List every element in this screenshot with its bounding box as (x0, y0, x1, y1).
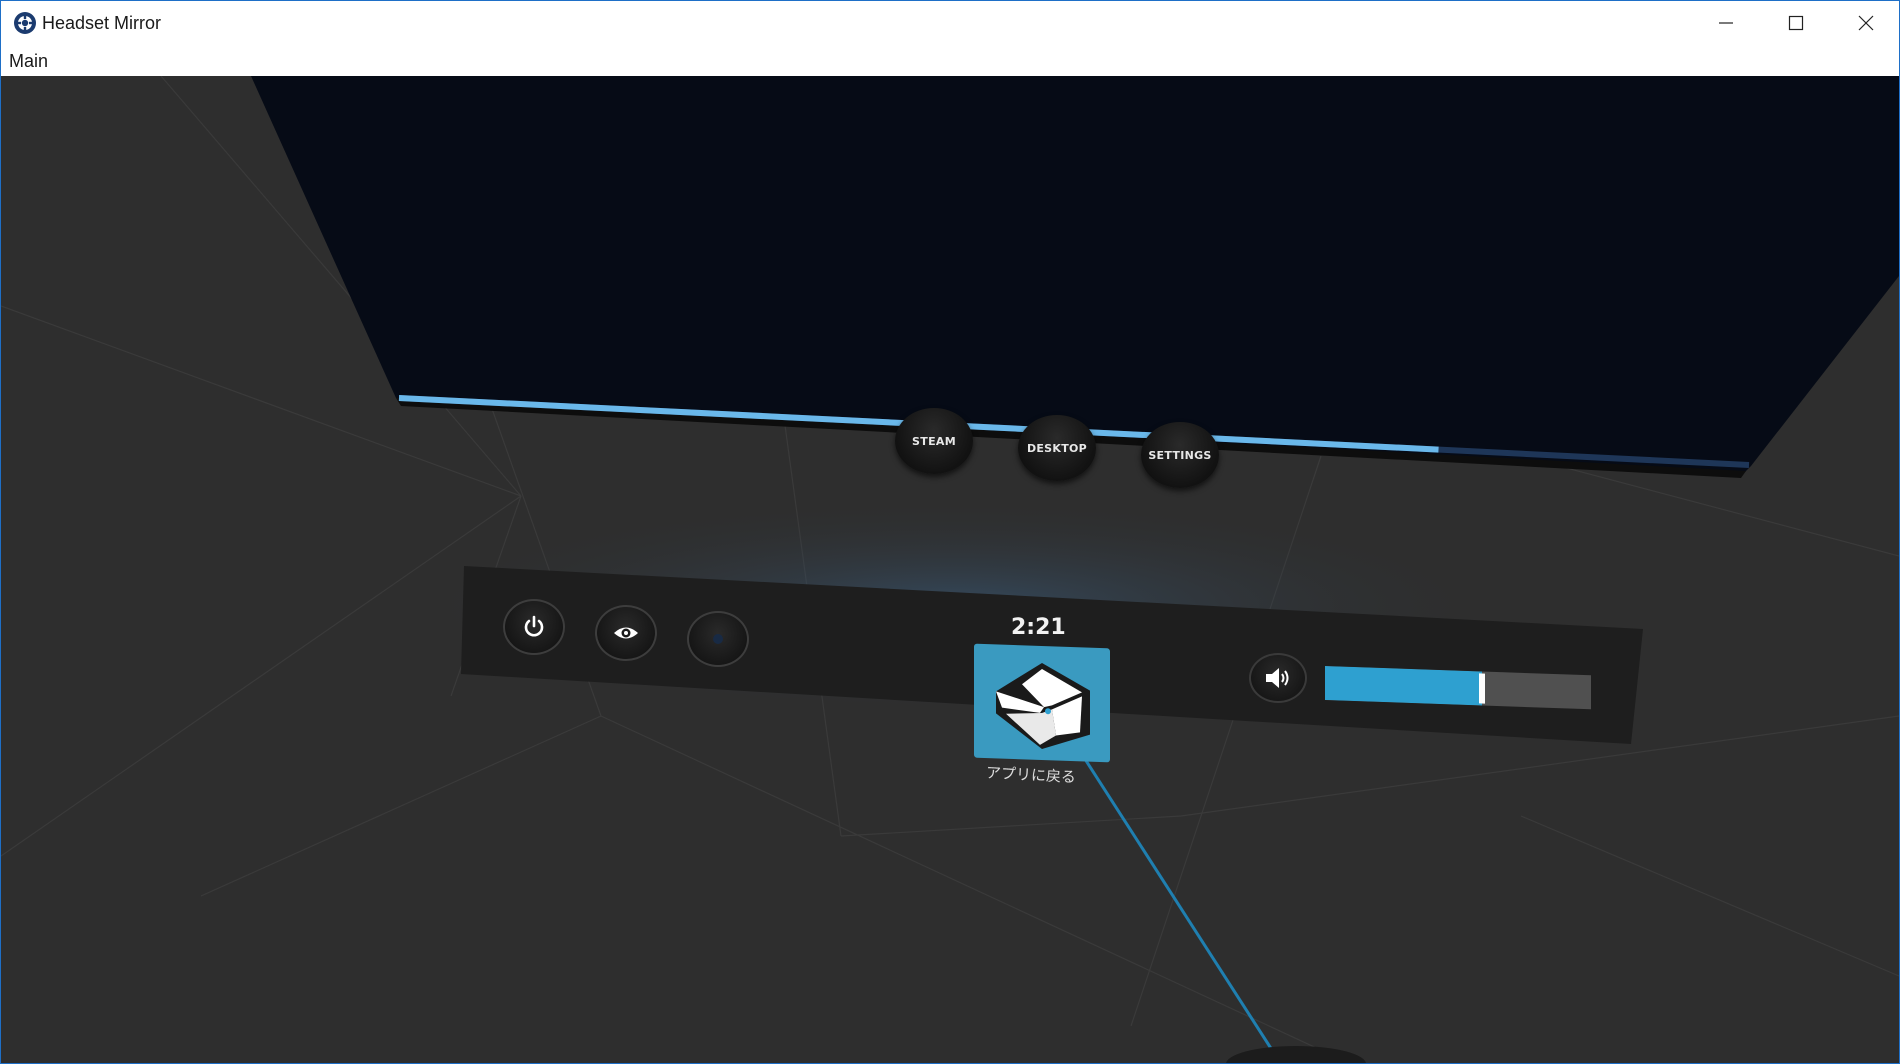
volume-slider-fill (1325, 666, 1482, 706)
desktop-button[interactable]: DESKTOP (1018, 415, 1096, 481)
minimize-button[interactable] (1691, 1, 1761, 45)
steam-button-label: STEAM (912, 434, 956, 448)
laser-pointer (1081, 755, 1283, 1063)
speaker-icon (1266, 668, 1289, 688)
volume-button[interactable] (1249, 653, 1307, 703)
steam-button[interactable]: STEAM (895, 408, 973, 474)
power-icon (524, 615, 544, 637)
menu-bar: Main (1, 45, 1899, 76)
indicator-icon (713, 634, 723, 644)
view-button[interactable] (595, 605, 657, 661)
dashboard-screen (251, 76, 1899, 476)
title-bar[interactable]: Headset Mirror (1, 1, 1899, 45)
vr-mirror-view: STEAM DESKTOP SETTINGS 2:21 アプリに戻る (1, 76, 1899, 1063)
clock: 2:21 (1011, 615, 1066, 640)
maximize-icon (1788, 15, 1804, 31)
volume-slider-handle[interactable] (1479, 673, 1485, 704)
menu-item-main[interactable]: Main (9, 51, 48, 72)
eye-icon (614, 627, 638, 639)
return-to-app-tile[interactable] (974, 643, 1110, 763)
window-title: Headset Mirror (42, 13, 162, 33)
settings-button[interactable]: SETTINGS (1141, 422, 1219, 488)
maximize-button[interactable] (1761, 1, 1831, 45)
headset-mirror-window: Headset Mirror Main STEAM DESKTOP SETTIN… (0, 0, 1900, 1064)
blank-round-button[interactable] (687, 611, 749, 667)
desktop-button-label: DESKTOP (1026, 441, 1088, 455)
close-button[interactable] (1831, 1, 1899, 45)
unity-logo-icon (996, 663, 1090, 749)
power-button[interactable] (503, 599, 565, 655)
close-icon (1858, 15, 1874, 31)
steamvr-app-icon (14, 12, 36, 34)
settings-button-label: SETTINGS (1148, 448, 1212, 462)
minimize-icon (1719, 22, 1733, 24)
vr-environment (1, 76, 1899, 1063)
